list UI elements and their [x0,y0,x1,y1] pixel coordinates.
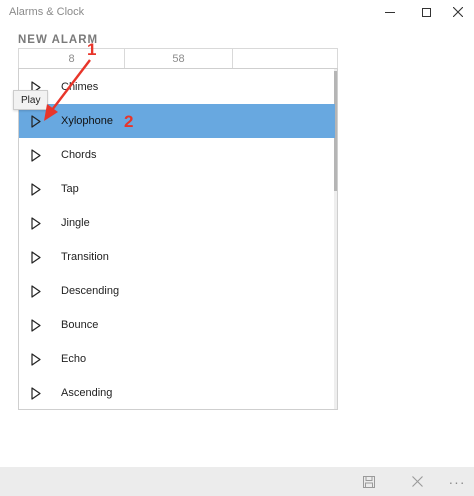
sound-item-chimes[interactable]: Chimes [19,70,335,104]
close-button[interactable] [440,0,474,24]
play-icon [31,148,41,162]
cancel-button[interactable] [402,467,432,496]
more-button[interactable]: ··· [442,467,472,496]
sound-label: Descending [61,285,120,297]
play-button[interactable] [29,385,43,401]
save-button[interactable] [354,467,384,496]
play-button[interactable] [29,181,43,197]
sound-item-tap[interactable]: Tap [19,172,335,206]
app-window: Alarms & Clock NEW ALARM 8 58 Chimes Xylo… [0,0,474,496]
hour-field[interactable]: 8 [19,49,125,69]
sound-item-xylophone[interactable]: Xylophone [19,104,335,138]
play-icon [31,284,41,298]
sound-item-descending[interactable]: Descending [19,274,335,308]
play-tooltip: Play [13,90,49,110]
minimize-icon [385,11,395,13]
sound-item-ascending[interactable]: Ascending [19,376,335,410]
more-icon: ··· [448,473,466,490]
play-icon [31,182,41,196]
sound-item-jingle[interactable]: Jingle [19,206,335,240]
play-icon [31,250,41,264]
annotation-marker-1: 1 [87,40,97,59]
play-button[interactable] [29,113,43,129]
annotation-marker-2: 2 [124,112,134,131]
sound-label: Tap [61,183,79,195]
sound-label: Chimes [61,81,99,93]
command-bar: ··· [0,467,474,496]
sound-item-bounce[interactable]: Bounce [19,308,335,342]
minimize-button[interactable] [372,0,408,24]
play-icon [31,318,41,332]
sound-label: Chords [61,149,97,161]
sound-item-transition[interactable]: Transition [19,240,335,274]
time-picker[interactable]: 8 58 [18,48,338,69]
play-icon [31,386,41,400]
title-bar: Alarms & Clock [0,0,474,24]
play-button[interactable] [29,215,43,231]
minute-field[interactable]: 58 [125,49,233,69]
close-icon [453,7,463,17]
play-button[interactable] [29,351,43,367]
sound-label: Xylophone [61,115,113,127]
play-icon [31,114,41,128]
sound-label: Transition [61,251,109,263]
save-icon [363,475,375,488]
sound-item-chords[interactable]: Chords [19,138,335,172]
maximize-icon [421,7,431,17]
play-button[interactable] [29,317,43,333]
sound-label: Bounce [61,319,99,331]
sound-list[interactable]: Chimes Xylophone Chords Tap Jingle Transition… [18,68,338,410]
cancel-icon [411,476,423,487]
sound-label: Jingle [61,217,90,229]
play-button[interactable] [29,283,43,299]
app-title: Alarms & Clock [9,6,85,18]
sound-item-echo[interactable]: Echo [19,342,335,376]
play-icon [31,216,41,230]
sound-label: Ascending [61,387,113,399]
play-icon [31,352,41,366]
play-button[interactable] [29,249,43,265]
sound-label: Echo [61,353,87,365]
play-button[interactable] [29,147,43,163]
maximize-button[interactable] [408,0,444,24]
period-field[interactable] [233,49,337,69]
